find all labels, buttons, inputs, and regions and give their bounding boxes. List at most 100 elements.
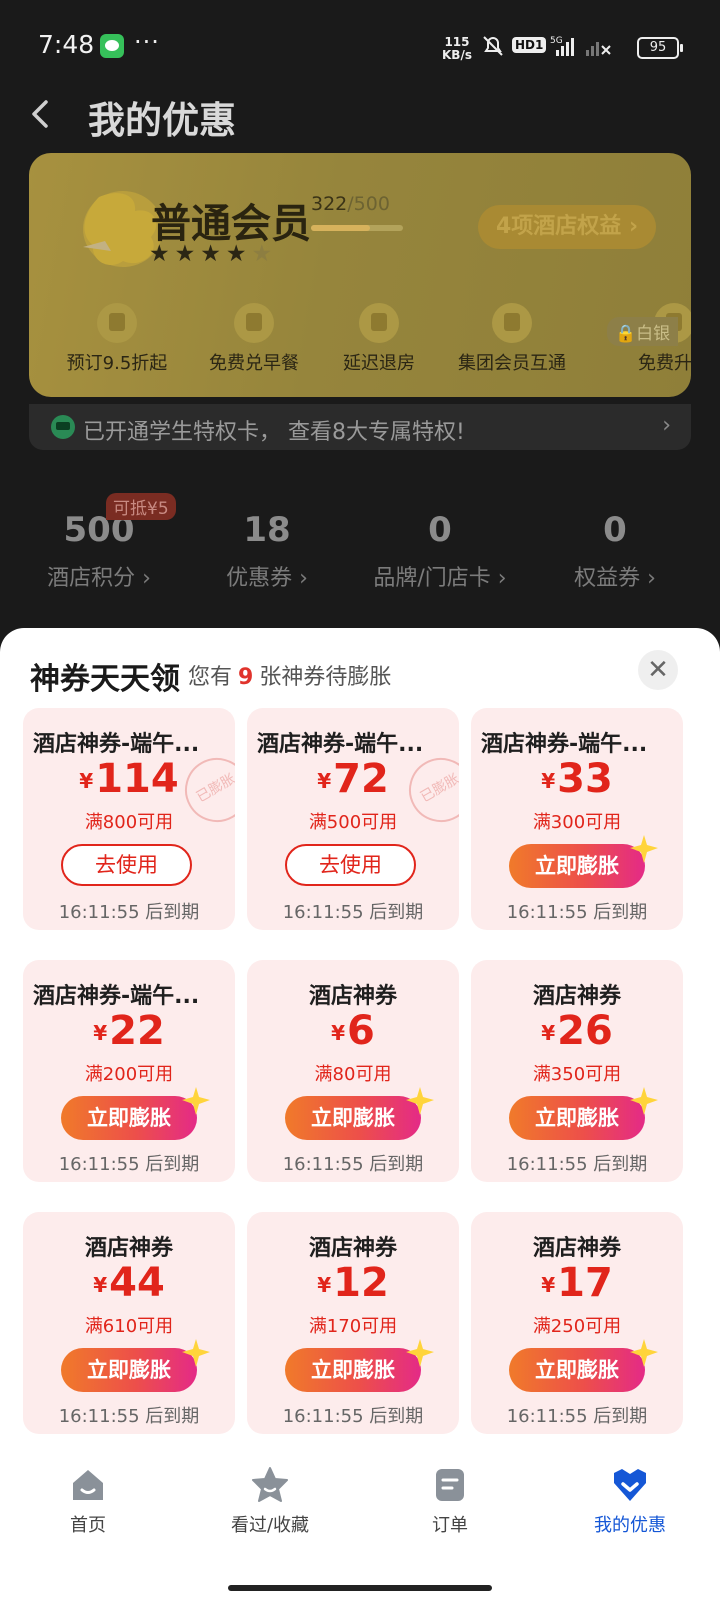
currency-symbol: ¥ [93,1021,108,1045]
graduation-cap-icon [51,415,75,439]
coupon-amount-value: 12 [333,1260,389,1306]
deduct-badge: 可抵¥5 [106,493,176,520]
sparkle-star-icon [182,1087,210,1115]
coupon-amount: ¥6 [247,1008,459,1054]
pending-coupon-count: 9 [238,665,254,690]
points-progress-text: 322/500 [311,193,390,215]
coupon-card[interactable]: 酒店神券-端午... ¥33 满300可用 立即膨胀 16:11:55 后到期 [471,708,683,930]
coupon-amount-value: 114 [95,756,179,802]
perk-label: 集团会员互通 [458,353,566,374]
coupon-amount: ¥12 [247,1260,459,1306]
coupon-amount-value: 26 [557,1008,613,1054]
currency-symbol: ¥ [541,769,556,793]
use-coupon-button[interactable]: 去使用 [61,844,192,886]
sparkle-star-icon [406,1339,434,1367]
late-checkout-icon [359,303,399,343]
tab-label: 看过/收藏 [230,1515,310,1536]
tab-my-offers[interactable]: 我的优惠 [560,1465,700,1537]
home-indicator[interactable] [228,1585,492,1591]
coupon-amount: ¥33 [471,756,683,802]
chevron-right-icon: › [628,214,639,239]
sheet-subtitle: 您有 9 张神券待膨胀 [188,659,391,691]
coupon-name: 酒店神券-端午... [257,732,424,757]
inflate-coupon-button[interactable]: 立即膨胀 [61,1348,197,1392]
coupon-name: 酒店神券-端午... [33,984,200,1009]
tab-home[interactable]: 首页 [18,1465,158,1537]
points-current: 322 [311,193,348,215]
coupon-card[interactable]: 酒店神券-端午... ¥22 满200可用 立即膨胀 16:11:55 后到期 [23,960,235,1182]
discount-icon [97,303,137,343]
stat-coupons[interactable]: 18 优惠券 › [182,510,352,592]
coupon-condition: 满350可用 [532,1064,622,1085]
student-privilege-text: 已开通学生特权卡， 查看8大专属特权! [83,420,465,445]
mute-bell-icon [483,36,503,56]
coupon-amount-value: 33 [557,756,613,802]
inflate-coupon-button[interactable]: 立即膨胀 [509,844,645,888]
network-speed-unit: KB/s [442,48,472,62]
hd-badge: HD1 [512,37,547,53]
hotel-rights-button[interactable]: 4项酒店权益 › [478,205,656,249]
star-filled-icons: ★★★★ [149,241,252,267]
inflate-coupon-button[interactable]: 立即膨胀 [509,1348,645,1392]
coupon-name: 酒店神券 [84,1236,173,1261]
coupon-card[interactable]: 酒店神券 ¥26 满350可用 立即膨胀 16:11:55 后到期 [471,960,683,1182]
stat-brand-cards[interactable]: 0 品牌/门店卡 › [355,510,525,592]
student-privilege-bar[interactable]: 已开通学生特权卡， 查看8大专属特权! › [29,404,691,450]
coupon-card[interactable]: 酒店神券 ¥12 满170可用 立即膨胀 16:11:55 后到期 [247,1212,459,1434]
stat-rights-coupons[interactable]: 0 权益券 › [530,510,700,592]
coupon-card[interactable]: 酒店神券 ¥6 满80可用 立即膨胀 16:11:55 后到期 [247,960,459,1182]
inflate-coupon-button[interactable]: 立即膨胀 [509,1096,645,1140]
coupon-card[interactable]: 酒店神券-端午... ¥114 满800可用 已膨胀 去使用 16:11:55 … [23,708,235,930]
currency-symbol: ¥ [93,1273,108,1297]
coupon-condition: 满80可用 [314,1064,392,1085]
sparkle-star-icon [182,1339,210,1367]
coupon-name: 酒店神券 [532,1236,621,1261]
back-arrow-icon[interactable] [26,96,56,132]
perk-item-breakfast[interactable]: 免费兑早餐 [184,303,324,375]
coupon-card[interactable]: 酒店神券 ¥44 满610可用 立即膨胀 16:11:55 后到期 [23,1212,235,1434]
network-type: 5G [550,36,563,46]
coupon-amount-value: 17 [557,1260,613,1306]
perk-label: 延迟退房 [343,353,415,374]
use-coupon-button[interactable]: 去使用 [285,844,416,886]
perk-item-group-member[interactable]: 集团会员互通 [442,303,582,375]
coupon-amount-value: 72 [333,756,389,802]
perk-item-discount[interactable]: 预订9.5折起 [47,303,187,375]
coupon-amount: ¥44 [23,1260,235,1306]
coupon-amount-value: 44 [109,1260,165,1306]
coupon-name: 酒店神券-端午... [481,732,648,757]
inflate-coupon-button[interactable]: 立即膨胀 [285,1348,421,1392]
currency-symbol: ¥ [541,1273,556,1297]
close-icon[interactable]: ✕ [638,650,678,690]
star-icon [252,1467,288,1502]
coupon-condition: 满200可用 [84,1064,174,1085]
tab-label: 订单 [432,1515,468,1536]
coupon-card[interactable]: 酒店神券 ¥17 满250可用 立即膨胀 16:11:55 后到期 [471,1212,683,1434]
tab-orders[interactable]: 订单 [380,1465,520,1537]
coupon-amount-value: 6 [347,1008,375,1054]
currency-symbol: ¥ [331,1021,346,1045]
stat-label: 品牌/门店卡 › [373,566,507,591]
coupon-card[interactable]: 酒店神券-端午... ¥72 满500可用 已膨胀 去使用 16:11:55 后… [247,708,459,930]
tab-history-favorites[interactable]: 看过/收藏 [200,1465,340,1537]
star-empty-icon: ★ [251,241,278,267]
coupon-expiry: 16:11:55 后到期 [506,1154,648,1175]
perk-item-late-checkout[interactable]: 延迟退房 [309,303,449,375]
coupon-amount-value: 22 [109,1008,165,1054]
member-stars: ★★★★★ [149,241,277,267]
stat-label: 优惠券 › [226,566,308,591]
perk-label: 免费兑早餐 [209,353,299,374]
more-notifications-icon: ··· [134,28,160,56]
coupon-expiry: 16:11:55 后到期 [282,902,424,923]
member-card[interactable]: 普通会员 322/500 ★★★★★ 4项酒店权益 › 预订9.5折起 免费兑早… [29,153,691,397]
stat-hotel-points[interactable]: 500 酒店积分 › [14,510,184,592]
coupon-expiry: 16:11:55 后到期 [58,1406,200,1427]
stat-value: 0 [603,510,627,550]
inflate-coupon-button[interactable]: 立即膨胀 [61,1096,197,1140]
inflate-coupon-button[interactable]: 立即膨胀 [285,1096,421,1140]
coupon-expiry: 16:11:55 后到期 [506,902,648,923]
coupon-expiry: 16:11:55 后到期 [506,1406,648,1427]
coupon-condition: 满170可用 [308,1316,398,1337]
network-speed: 115 KB/s [442,36,472,62]
silver-lock-badge: 🔒白银 [607,317,679,346]
